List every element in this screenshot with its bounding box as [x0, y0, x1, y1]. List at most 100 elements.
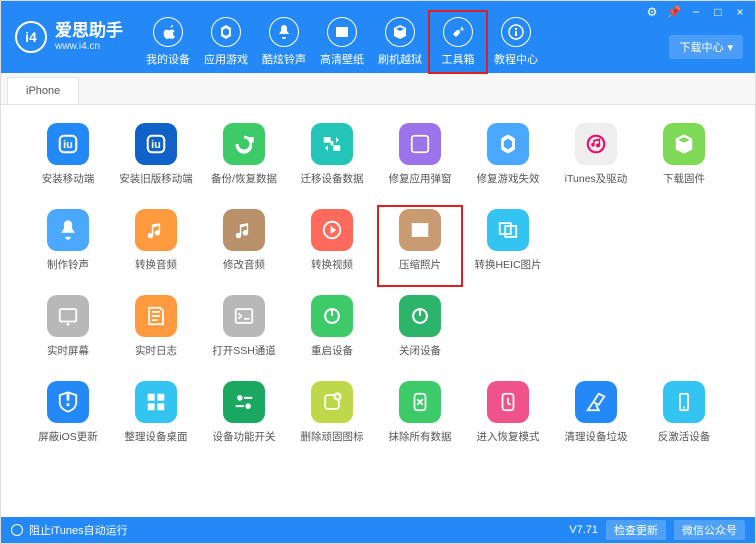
- tool-realtime-screen[interactable]: 实时屏幕: [29, 295, 107, 369]
- close-icon[interactable]: ×: [733, 5, 747, 19]
- wechat-button[interactable]: 微信公众号: [674, 520, 745, 540]
- grid-icon: [135, 381, 177, 423]
- tool-label: 转换视频: [311, 257, 353, 272]
- refresh-icon: [223, 123, 265, 165]
- block-itunes-label[interactable]: 阻止iTunes自动运行: [29, 522, 128, 538]
- version-label: V7.71: [569, 524, 598, 536]
- tool-conv-heic[interactable]: 转换HEIC图片: [469, 209, 547, 283]
- maximize-icon[interactable]: □: [711, 5, 725, 19]
- cube-icon: [663, 123, 705, 165]
- nav-label: 教程中心: [494, 51, 538, 67]
- download-center-button[interactable]: 下载中心 ▾: [669, 35, 743, 59]
- tools-icon: [443, 17, 473, 47]
- settings-icon[interactable]: ⚙: [645, 5, 659, 19]
- tool-deactivate[interactable]: 反激活设备: [645, 381, 723, 455]
- logo-icon: [135, 123, 177, 165]
- tool-grid: 安装移动端 安装旧版移动端 备份/恢复数据 迁移设备数据 修复应用弹窗 修复游戏失效 iTu…: [29, 123, 727, 455]
- tool-backup[interactable]: 备份/恢复数据: [205, 123, 283, 197]
- nav-wall[interactable]: 高清壁纸: [313, 11, 371, 73]
- tool-grid-area: 安装移动端 安装旧版移动端 备份/恢复数据 迁移设备数据 修复应用弹窗 修复游戏失效 iTu…: [1, 105, 755, 517]
- tool-install-old[interactable]: 安装旧版移动端: [117, 123, 195, 197]
- tool-label: 清理设备垃圾: [565, 429, 628, 444]
- nav-jail[interactable]: 刷机越狱: [371, 11, 429, 73]
- appleid-icon: [399, 123, 441, 165]
- tool-download-fw[interactable]: 下载固件: [645, 123, 723, 197]
- tool-reboot[interactable]: 重启设备: [293, 295, 371, 369]
- footer: 阻止iTunes自动运行 V7.71 检查更新 微信公众号: [1, 517, 755, 543]
- tool-block-ios-update[interactable]: 屏蔽iOS更新: [29, 381, 107, 455]
- music-icon: [223, 209, 265, 251]
- pin-icon[interactable]: 📌: [667, 5, 681, 19]
- itunes-icon: [575, 123, 617, 165]
- music-icon: [135, 209, 177, 251]
- image-icon: [327, 17, 357, 47]
- header: i4 爱思助手 www.i4.cn 我的设备应用游戏酷炫铃声高清壁纸刷机越狱工具…: [1, 1, 755, 73]
- tool-label: 压缩照片: [399, 257, 441, 272]
- nav-apps[interactable]: 应用游戏: [197, 11, 255, 73]
- tab-iphone[interactable]: iPhone: [7, 77, 79, 104]
- app-subtitle: www.i4.cn: [55, 41, 123, 52]
- tool-label: 制作铃声: [47, 257, 89, 272]
- tool-migrate[interactable]: 迁移设备数据: [293, 123, 371, 197]
- bell-icon: [47, 209, 89, 251]
- tool-label: 关闭设备: [399, 343, 441, 358]
- tool-label: 迁移设备数据: [301, 171, 364, 186]
- tool-realtime-log[interactable]: 实时日志: [117, 295, 195, 369]
- download-center-label: 下载中心: [679, 39, 723, 55]
- nav-device[interactable]: 我的设备: [139, 11, 197, 73]
- tool-label: 安装旧版移动端: [119, 171, 193, 186]
- chevron-down-icon: ▾: [727, 41, 733, 54]
- tool-recovery[interactable]: 进入恢复模式: [469, 381, 547, 455]
- broom-icon: [575, 381, 617, 423]
- check-update-button[interactable]: 检查更新: [606, 520, 666, 540]
- tool-label: 实时日志: [135, 343, 177, 358]
- tool-label: 安装移动端: [42, 171, 95, 186]
- nav-tools[interactable]: 工具箱: [429, 11, 487, 73]
- tool-make-ring[interactable]: 制作铃声: [29, 209, 107, 283]
- nav-ring[interactable]: 酷炫铃声: [255, 11, 313, 73]
- tool-install-mobile[interactable]: 安装移动端: [29, 123, 107, 197]
- logo-icon: i4: [15, 21, 47, 53]
- nav-label: 应用游戏: [204, 51, 248, 67]
- tool-clean-junk[interactable]: 清理设备垃圾: [557, 381, 635, 455]
- toggles-icon: [223, 381, 265, 423]
- nav-label: 高清壁纸: [320, 51, 364, 67]
- minimize-icon[interactable]: −: [689, 5, 703, 19]
- tool-conv-video[interactable]: 转换视频: [293, 209, 371, 283]
- nav-label: 刷机越狱: [378, 51, 422, 67]
- tool-shutdown[interactable]: 关闭设备: [381, 295, 459, 369]
- status-indicator-icon: [11, 524, 23, 536]
- tool-erase-all[interactable]: 抹除所有数据: [381, 381, 459, 455]
- tool-clean-desktop[interactable]: 整理设备桌面: [117, 381, 195, 455]
- nav-help[interactable]: 教程中心: [487, 11, 545, 73]
- tool-edit-audio[interactable]: 修改音频: [205, 209, 283, 283]
- log-icon: [135, 295, 177, 337]
- tool-fix-game[interactable]: 修复游戏失效: [469, 123, 547, 197]
- tab-bar: iPhone: [1, 73, 755, 105]
- tool-clear-icon[interactable]: 删除顽固图标: [293, 381, 371, 455]
- tool-fix-popup[interactable]: 修复应用弹窗: [381, 123, 459, 197]
- tool-label: 备份/恢复数据: [211, 171, 277, 186]
- tool-conv-audio[interactable]: 转换音频: [117, 209, 195, 283]
- tool-label: 转换HEIC图片: [474, 257, 541, 272]
- migrate-icon: [311, 123, 353, 165]
- tool-label: 重启设备: [311, 343, 353, 358]
- tool-compress-photo[interactable]: 压缩照片: [381, 209, 459, 283]
- tool-label: 修复应用弹窗: [389, 171, 452, 186]
- tool-label: 打开SSH通道: [212, 343, 276, 358]
- tool-itunes-driver[interactable]: iTunes及驱动: [557, 123, 635, 197]
- power-icon: [399, 295, 441, 337]
- app-title: 爱思助手: [55, 22, 123, 41]
- play-icon: [311, 209, 353, 251]
- tool-label: 修复游戏失效: [477, 171, 540, 186]
- image-icon: [399, 209, 441, 251]
- apple-icon: [153, 17, 183, 47]
- terminal-icon: [223, 295, 265, 337]
- tool-feature-switch[interactable]: 设备功能开关: [205, 381, 283, 455]
- appstore-icon: [487, 123, 529, 165]
- recovery-icon: [487, 381, 529, 423]
- shield-icon: [47, 381, 89, 423]
- tool-label: 修改音频: [223, 257, 265, 272]
- tool-open-ssh[interactable]: 打开SSH通道: [205, 295, 283, 369]
- nav-label: 酷炫铃声: [262, 51, 306, 67]
